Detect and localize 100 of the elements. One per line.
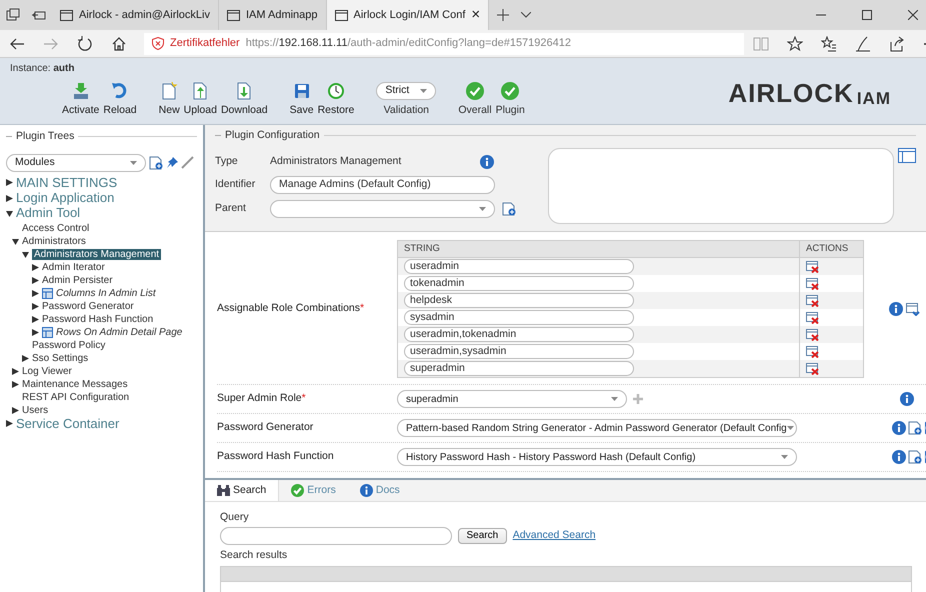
list-icon	[42, 288, 53, 299]
close-icon[interactable]	[908, 10, 918, 20]
query-field[interactable]	[220, 526, 452, 545]
collapsed-arrow-icon[interactable]	[32, 276, 39, 284]
new-tab-icon[interactable]	[497, 9, 510, 21]
tree-item[interactable]: Users	[22, 404, 48, 416]
tree-item[interactable]: Admin Iterator	[42, 262, 105, 273]
field-label: Identifier	[215, 176, 256, 192]
star-icon[interactable]	[787, 36, 803, 52]
toolbar-button[interactable]: Upload	[184, 82, 217, 119]
toolbar-button[interactable]: Restore	[318, 82, 354, 119]
expanded-arrow-icon[interactable]	[12, 238, 19, 245]
tree-item[interactable]: MAIN SETTINGS	[16, 176, 118, 190]
tree-item[interactable]: Columns In Admin List	[56, 288, 156, 299]
layout-icon[interactable]	[898, 148, 916, 163]
unpin-icon[interactable]	[181, 156, 194, 170]
delete-row-icon[interactable]	[806, 312, 819, 324]
tab-actions-icon[interactable]	[6, 8, 20, 22]
browser-tab[interactable]: Airlock Login/IAM Conf ×	[326, 0, 490, 30]
delete-row-icon[interactable]	[806, 362, 819, 375]
role-field[interactable]: helpdesk	[404, 293, 634, 308]
add-document-icon[interactable]	[908, 421, 922, 436]
chevron-down-icon[interactable]	[521, 12, 532, 18]
collapsed-arrow-icon[interactable]	[6, 179, 13, 186]
collapsed-arrow-icon[interactable]	[6, 420, 13, 428]
tree-item[interactable]: Password Hash Function	[42, 314, 154, 325]
tree-item[interactable]: Service Container	[16, 416, 120, 431]
tree-item[interactable]: Admin Tool	[16, 206, 80, 221]
role-field[interactable]: sysadmin	[404, 310, 634, 326]
collapsed-arrow-icon[interactable]	[12, 368, 19, 375]
value-select[interactable]: Pattern-based Random String Generator - Admin Password Generator (Default Config	[397, 419, 797, 438]
refresh-icon[interactable]	[77, 36, 93, 52]
tree-item[interactable]: Log Viewer	[22, 366, 72, 377]
collapsed-arrow-icon[interactable]	[32, 316, 39, 323]
tree-item[interactable]: Rows On Admin Detail Page	[56, 326, 182, 338]
collapsed-arrow-icon[interactable]	[32, 290, 39, 297]
collapsed-arrow-icon[interactable]	[22, 354, 29, 362]
validation-select[interactable]: Strict	[376, 82, 436, 100]
add-document-icon[interactable]	[148, 156, 163, 170]
value-select[interactable]: History Password Hash - History Password Hash (Default Config)	[397, 448, 797, 466]
collapsed-arrow-icon[interactable]	[32, 302, 39, 310]
toolbar-button[interactable]: New	[158, 82, 180, 119]
caret-icon	[781, 455, 788, 460]
search-button[interactable]: Search	[458, 528, 508, 544]
panel-tab[interactable]: Search	[205, 480, 280, 501]
toolbar-button[interactable]: Activate	[62, 82, 100, 119]
add-document-icon[interactable]	[502, 202, 516, 216]
tree-item[interactable]: Access Control	[22, 222, 90, 234]
activate-icon	[72, 82, 90, 100]
tree-item[interactable]: Administrators Management	[32, 248, 162, 260]
caret-icon	[479, 206, 486, 210]
delete-row-icon[interactable]	[806, 346, 819, 358]
favorites-icon[interactable]	[821, 36, 837, 52]
toolbar-button[interactable]: Reload	[103, 82, 137, 119]
back-icon[interactable]	[9, 36, 25, 52]
maximize-icon[interactable]	[862, 10, 872, 20]
type-value: Administrators Management	[270, 154, 402, 169]
delete-row-icon[interactable]	[806, 294, 819, 307]
collapsed-arrow-icon[interactable]	[6, 194, 13, 202]
expanded-arrow-icon[interactable]	[6, 210, 13, 217]
role-field[interactable]: useradmin	[404, 259, 634, 274]
tree-item[interactable]: Sso Settings	[32, 352, 88, 364]
value-select[interactable]: superadmin	[397, 390, 627, 408]
add-row-icon[interactable]	[906, 302, 920, 316]
logo-suffix: IAM	[856, 88, 891, 110]
role-field[interactable]: useradmin,sysadmin	[404, 344, 634, 360]
advanced-search-link[interactable]: Advanced Search	[512, 528, 596, 544]
pen-icon[interactable]	[855, 36, 871, 52]
home-icon[interactable]	[111, 36, 127, 52]
tree-item[interactable]: Administrators	[22, 236, 86, 247]
share-icon[interactable]	[889, 36, 905, 52]
collapsed-arrow-icon[interactable]	[12, 380, 19, 388]
query-label: Query	[220, 510, 250, 525]
tree-select[interactable]: Modules	[6, 154, 146, 172]
collapsed-arrow-icon[interactable]	[32, 328, 39, 336]
identifier-field[interactable]: Manage Admins (Default Config)	[270, 176, 495, 194]
tree-item[interactable]: REST API Configuration	[22, 392, 130, 403]
tree-item[interactable]: Password Policy	[32, 340, 106, 351]
toolbar-button[interactable]: Save	[290, 82, 314, 119]
role-field[interactable]: superadmin	[404, 361, 634, 376]
tree-item[interactable]: Admin Persister	[42, 274, 113, 286]
status-label: Plugin	[496, 103, 525, 118]
role-field[interactable]: tokenadmin	[404, 276, 634, 292]
delete-row-icon[interactable]	[806, 260, 819, 273]
toolbar-button[interactable]: Download	[220, 82, 268, 119]
tree-item[interactable]: Login Application	[16, 191, 114, 206]
delete-row-icon[interactable]	[806, 278, 819, 290]
tree-item[interactable]: Maintenance Messages	[22, 378, 128, 390]
tree-item[interactable]: Password Generator	[42, 300, 134, 312]
expanded-arrow-icon[interactable]	[22, 250, 29, 258]
address-url[interactable]: https://192.168.11.11/auth-admin/editConfig?lang=de#1571926412	[246, 35, 571, 52]
role-field[interactable]: useradmin,tokenadmin	[404, 327, 634, 342]
delete-row-icon[interactable]	[806, 328, 819, 341]
pin-icon[interactable]	[166, 156, 178, 170]
collapsed-arrow-icon[interactable]	[12, 406, 19, 414]
close-tab-button[interactable]: ×	[471, 4, 480, 26]
add-document-icon[interactable]	[908, 450, 922, 464]
collapsed-arrow-icon[interactable]	[32, 264, 39, 271]
field-label: Assignable Role Combinations	[217, 302, 360, 314]
upload-icon	[191, 82, 210, 100]
